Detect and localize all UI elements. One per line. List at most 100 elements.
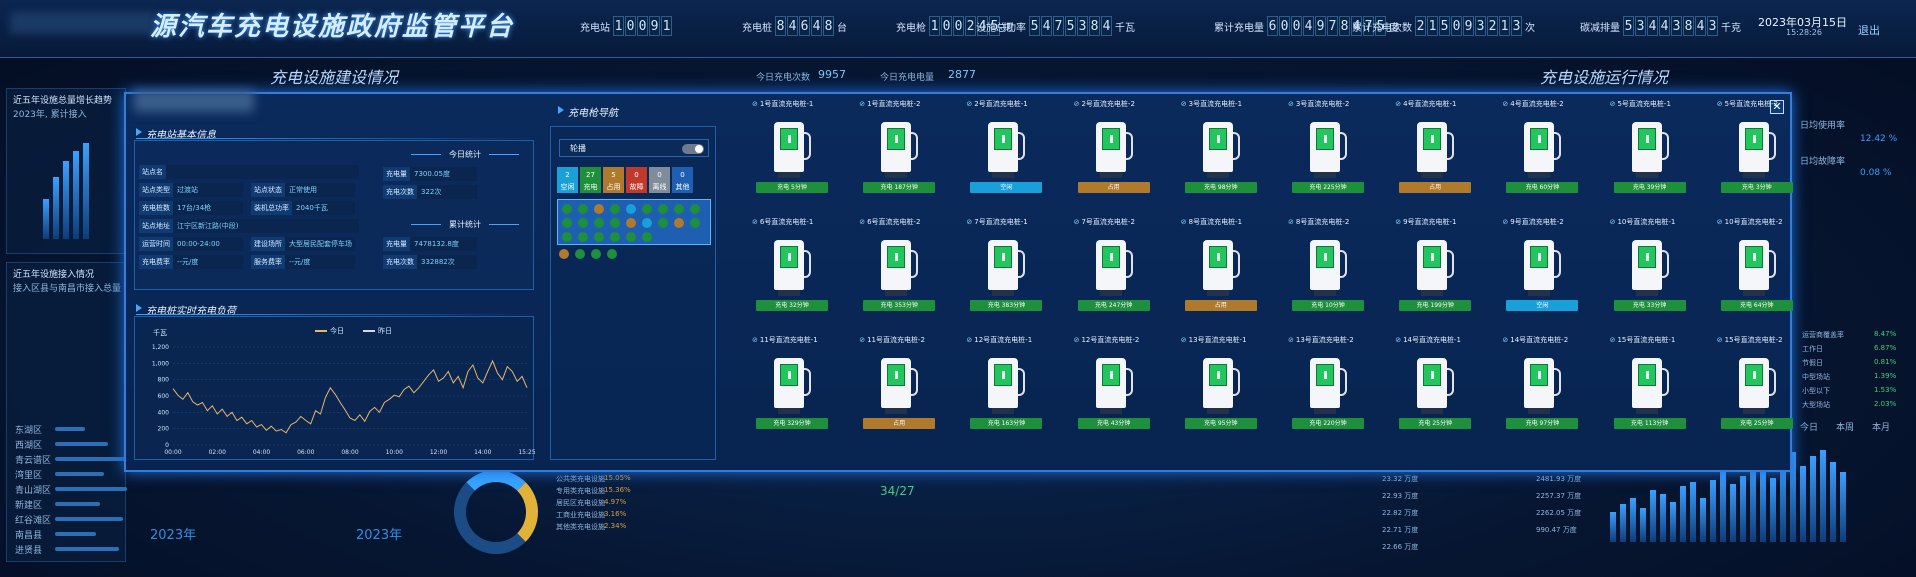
gun-dot[interactable] [626,232,636,242]
charger-card[interactable]: ⊘ 8号直流充电桩-1 占用 [1181,218,1261,328]
gun-dot[interactable] [610,232,620,242]
section-title-operation: 充电设施运行情况 [1540,68,1669,87]
header-stat-digits: 53443843 [1623,16,1718,36]
charger-card[interactable]: ⊘ 3号直流充电桩-2 充电 225分钟 [1288,100,1368,210]
digit: 5 [1065,16,1076,36]
gun-dot[interactable] [690,204,700,214]
info-field: 充电费率 --元/度 [139,255,243,269]
charger-base [1099,172,1122,178]
gun-dot[interactable] [642,204,652,214]
charger-cable [1768,250,1776,278]
header-stat-label: 累计充电次数 [1352,22,1412,34]
info-field: 运营时间 00:00-24:00 [139,237,243,251]
bg-right-list-value: 23.32 万度 [1382,475,1419,483]
gun-dot[interactable] [674,204,684,214]
charger-card[interactable]: ⊘ 9号直流充电桩-1 充电 199分钟 [1395,218,1475,328]
bg-tab[interactable]: 本周 [1836,420,1854,433]
charger-card[interactable]: ⊘ 1号直流充电桩-1 充电 5分钟 [752,100,832,210]
charger-status-tag: 充电 97分钟 [1506,418,1579,429]
gun-dot[interactable] [578,232,588,242]
charger-card[interactable]: ⊘ 7号直流充电桩-1 充电 383分钟 [966,218,1046,328]
gun-dot[interactable] [594,232,604,242]
gun-dot[interactable] [690,218,700,228]
gun-dot[interactable] [658,204,668,214]
charger-name-text: 3号直流充电桩-2 [1295,100,1350,108]
gun-dot[interactable] [658,218,668,228]
charger-status-tag: 空闲 [970,182,1043,193]
charger-name: ⊘ 2号直流充电桩-1 [966,100,1046,109]
charger-card[interactable]: ⊘ 2号直流充电桩-1 空闲 [966,100,1046,210]
charger-card[interactable]: ⊘ 13号直流充电桩-1 充电 95分钟 [1181,336,1261,446]
charger-card[interactable]: ⊘ 3号直流充电桩-1 充电 98分钟 [1181,100,1261,210]
district-label: 南昌县 [15,531,43,541]
gun-dot-grid-extra [559,249,617,259]
charger-card[interactable]: ⊘ 10号直流充电桩-1 充电 33分钟 [1610,218,1690,328]
bg-today-energy: 2877 [948,68,976,81]
charger-card[interactable]: ⊘ 1号直流充电桩-2 充电 187分钟 [859,100,939,210]
bg-tab[interactable]: 本月 [1872,420,1890,433]
bg-rate-1-value: 12.42 % [1860,134,1898,144]
gun-dot[interactable] [562,232,572,242]
gun-dot[interactable] [674,218,684,228]
chart-x-tick: 02:00 [209,449,226,456]
bg-right-list2-value: 2257.37 万度 [1536,492,1582,500]
gun-dot[interactable] [562,218,572,228]
charger-card[interactable]: ⊘ 6号直流充电桩-2 充电 353分钟 [859,218,939,328]
charger-screen [887,128,906,150]
charger-card[interactable]: ⊘ 2号直流充电桩-2 占用 [1074,100,1154,210]
bg-rate-2-value: 0.08 % [1860,168,1892,178]
charger-base [1742,290,1765,296]
charger-card[interactable]: ⊘ 15号直流充电桩-2 充电 25分钟 [1717,336,1797,446]
charger-card[interactable]: ⊘ 13号直流充电桩-2 充电 220分钟 [1288,336,1368,446]
charger-name: ⊘ 1号直流充电桩-2 [859,100,939,109]
gun-dot[interactable] [578,218,588,228]
charger-card[interactable]: ⊘ 5号直流充电桩-2 充电 3分钟 [1717,100,1797,210]
gun-dot[interactable] [559,249,569,259]
gun-dot[interactable] [642,218,652,228]
charger-card[interactable]: ⊘ 4号直流充电桩-2 充电 60分钟 [1502,100,1582,210]
gun-dot[interactable] [575,249,585,259]
charger-cable [804,250,811,278]
charger-card[interactable]: ⊘ 14号直流充电桩-2 充电 97分钟 [1502,336,1582,446]
digit: 7 [1327,16,1338,36]
charger-card[interactable]: ⊘ 14号直流充电桩-1 充电 25分钟 [1395,336,1475,446]
charger-name: ⊘ 15号直流充电桩-1 [1610,336,1690,345]
charger-pile-icon [1310,358,1347,408]
charger-base [1314,172,1336,178]
gun-dot[interactable] [562,204,572,214]
gun-dot[interactable] [578,204,588,214]
bg-trend-title: 近五年设施总量增长趋势 [13,96,113,106]
charger-status-icon: ⊘ [1073,218,1080,226]
load-line-chart: 千瓦 0 200 400 600 800 1,000 1,200 00:00 02:00 04:00… [152,326,536,456]
legend-label: 昨日 [378,326,392,335]
charger-card[interactable]: ⊘ 8号直流充电桩-2 充电 10分钟 [1288,218,1368,328]
gun-dot[interactable] [591,249,601,259]
exit-button[interactable]: 退出 [1858,22,1880,38]
charger-card[interactable]: ⊘ 12号直流充电桩-2 充电 43分钟 [1074,336,1154,446]
charger-name-text: 5号直流充电桩-1 [1617,100,1671,108]
gun-dot[interactable] [594,218,604,228]
gun-dot[interactable] [642,232,652,242]
legend-item-其他: 0 其他 [672,167,693,193]
gun-dot[interactable] [610,218,620,228]
charger-card[interactable]: ⊘ 9号直流充电桩-2 空闲 [1502,218,1582,328]
charger-card[interactable]: ⊘ 11号直流充电桩-1 充电 329分钟 [752,336,832,446]
charger-card[interactable]: ⊘ 11号直流充电桩-2 占用 [859,336,939,446]
charger-card[interactable]: ⊘ 6号直流充电桩-1 充电 32分钟 [752,218,832,328]
charger-card[interactable]: ⊘ 7号直流充电桩-2 充电 247分钟 [1074,218,1154,328]
gun-dot[interactable] [607,249,617,259]
charger-card[interactable]: ⊘ 5号直流充电桩-1 充电 39分钟 [1610,100,1690,210]
charger-card[interactable]: ⊘ 15号直流充电桩-1 充电 113分钟 [1610,336,1690,446]
gun-dot[interactable] [626,204,636,214]
gun-dot[interactable] [626,218,636,228]
district-bar [55,472,104,476]
charger-status-tag: 充电 32分钟 [756,300,828,311]
charger-card[interactable]: ⊘ 10号直流充电桩-2 充电 64分钟 [1717,218,1797,328]
gun-dot[interactable] [610,204,620,214]
carousel-switch[interactable] [682,144,704,154]
charger-screen [780,364,798,386]
bg-tab[interactable]: 今日 [1800,420,1818,433]
charger-card[interactable]: ⊘ 12号直流充电桩-1 充电 163分钟 [966,336,1046,446]
charger-card[interactable]: ⊘ 4号直流充电桩-1 占用 [1395,100,1475,210]
gun-dot[interactable] [594,204,604,214]
